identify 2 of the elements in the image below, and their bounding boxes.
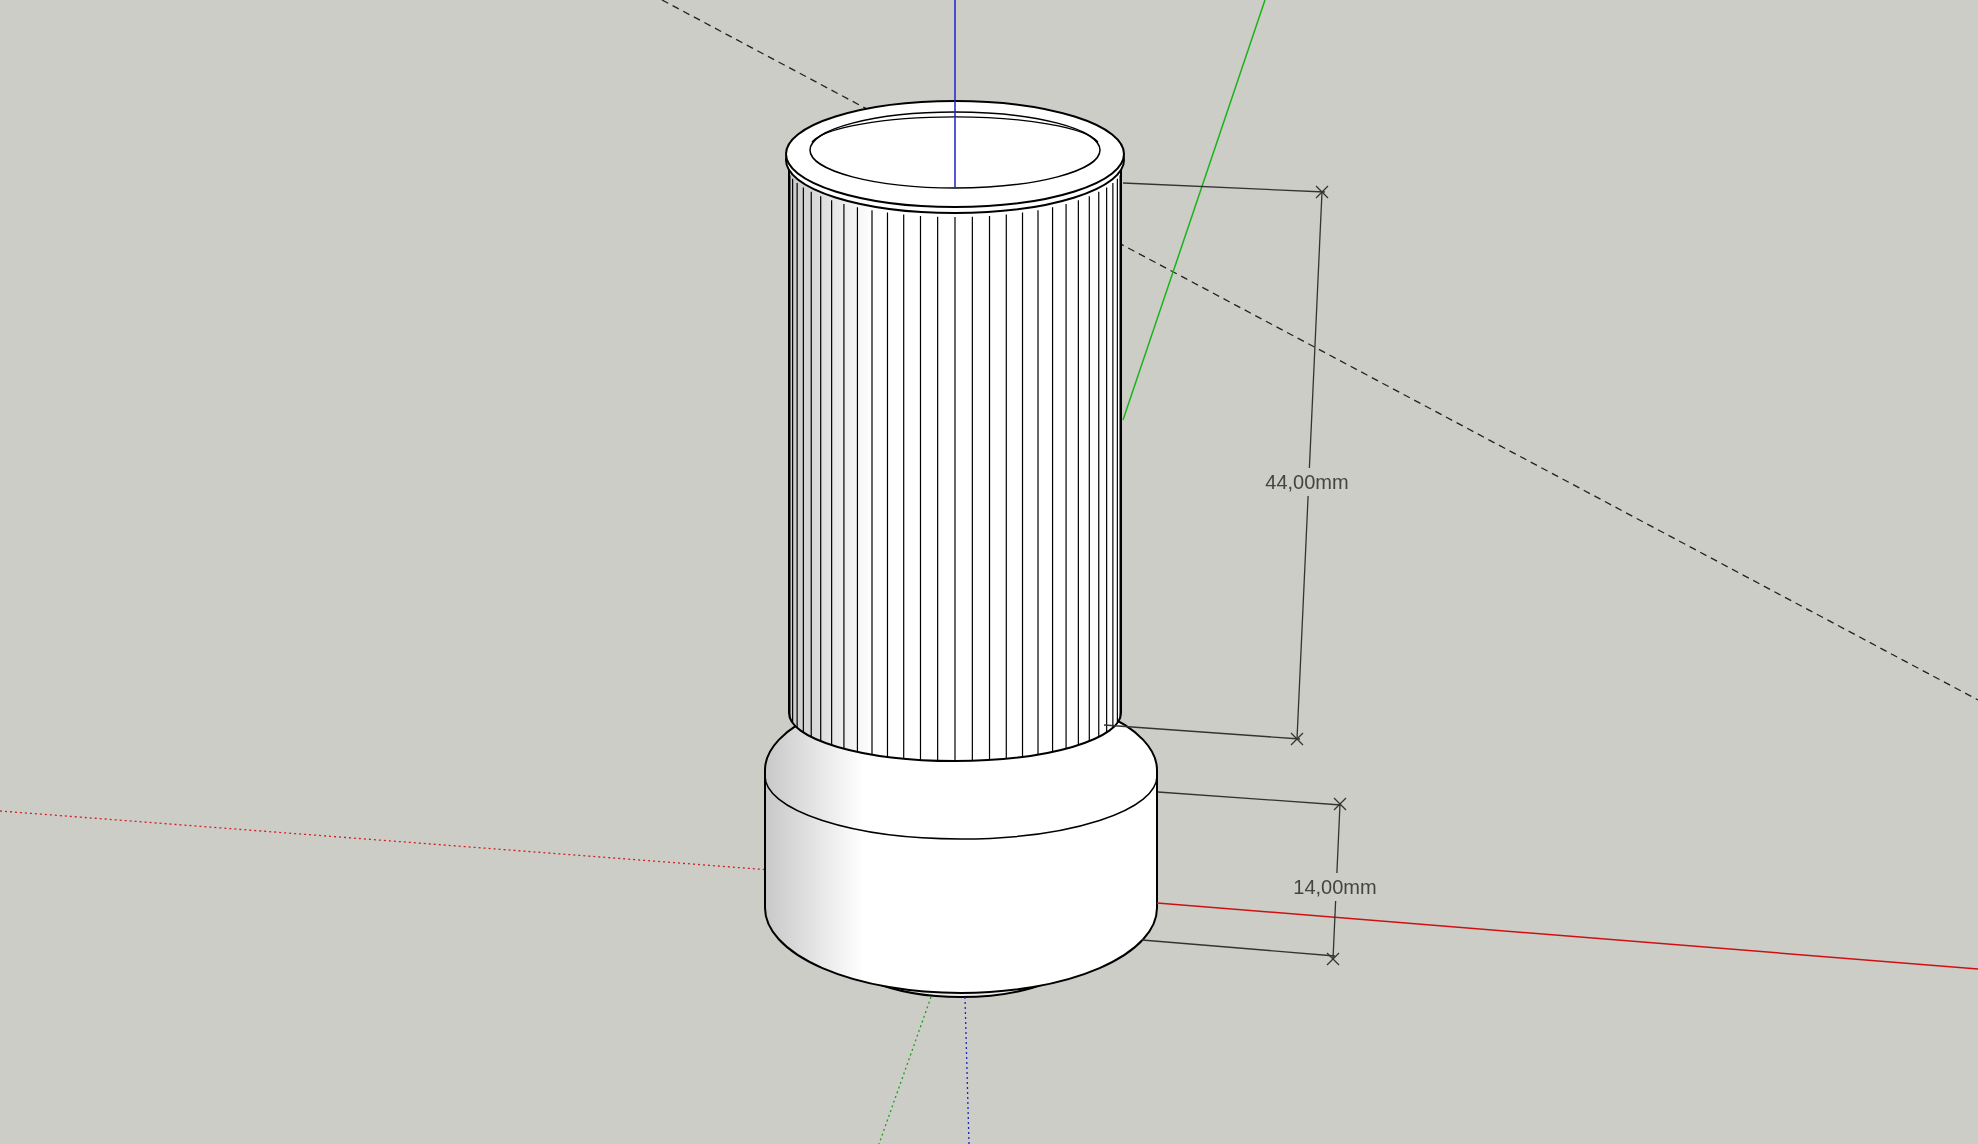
dimension-label: 44,00mm bbox=[1265, 471, 1349, 493]
dimension-label: 14,00mm bbox=[1293, 876, 1377, 898]
